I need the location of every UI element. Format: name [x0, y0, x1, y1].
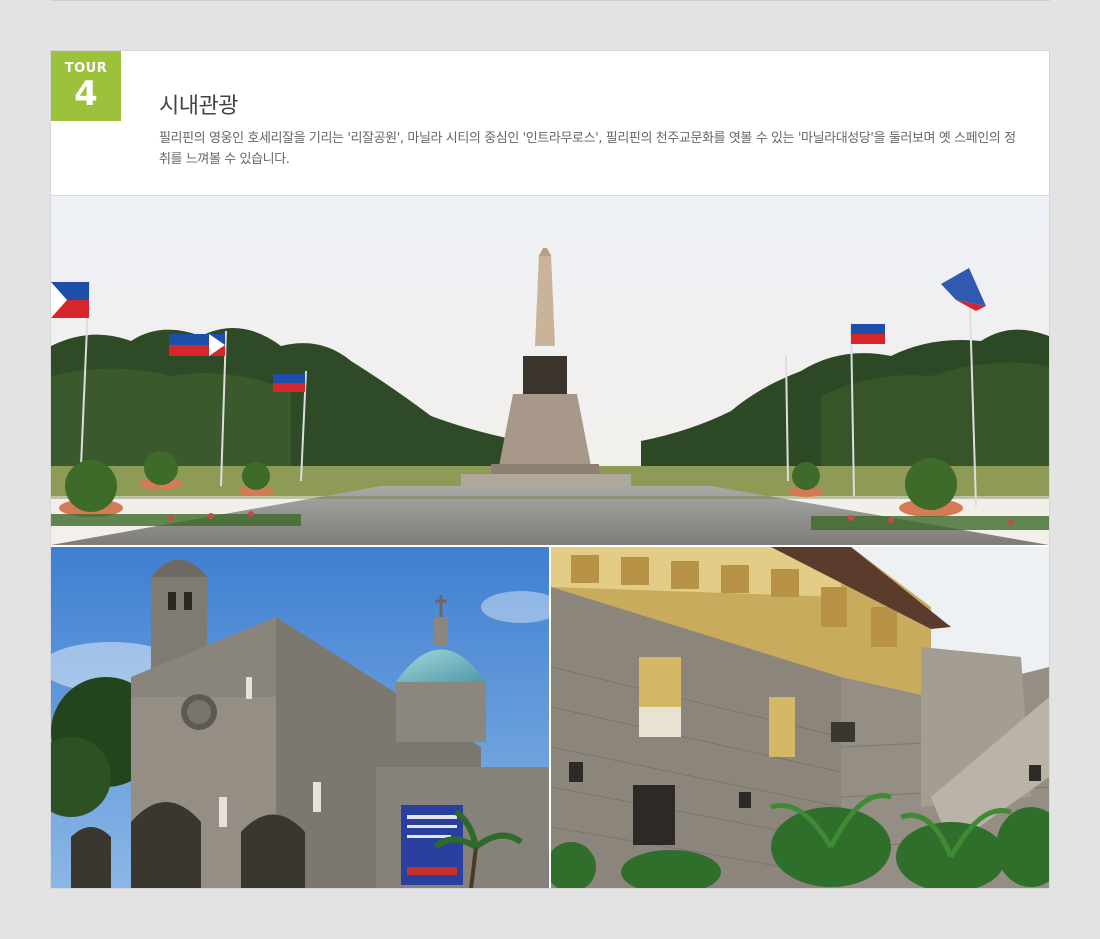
rizal-park-monument-photo — [51, 196, 1049, 545]
top-divider — [50, 0, 1050, 1]
tour-header: TOUR 4 시내관광 필리핀의 영웅인 호세리잘을 기리는 '리잘공원', 마… — [51, 51, 1049, 196]
tour-description: 필리핀의 영웅인 호세리잘을 기리는 '리잘공원', 마닐라 시티의 중심인 '… — [159, 131, 1016, 167]
intramuros-stone-house-photo — [551, 547, 1049, 888]
manila-cathedral-photo — [51, 547, 549, 888]
tour-card: TOUR 4 시내관광 필리핀의 영웅인 호세리잘을 기리는 '리잘공원', 마… — [50, 50, 1050, 889]
tour-badge: TOUR 4 — [51, 51, 121, 121]
tour-title: 시내관광 — [159, 94, 238, 119]
tour-badge-number: 4 — [74, 74, 98, 114]
